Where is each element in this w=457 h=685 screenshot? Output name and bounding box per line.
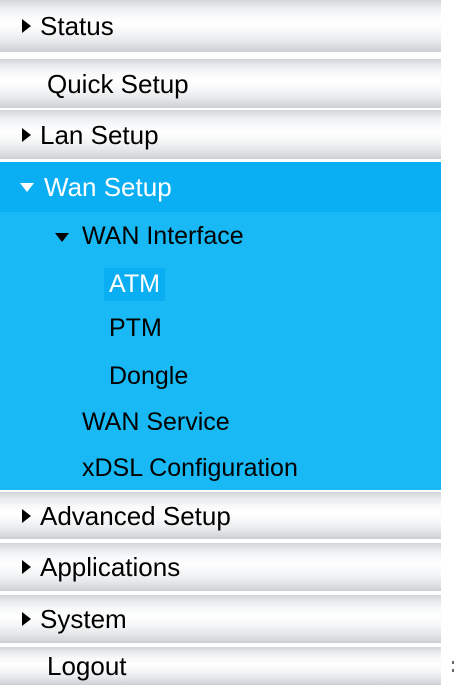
menu-item-label: Advanced Setup (40, 500, 231, 531)
caret-right-icon (22, 19, 31, 33)
menu-item-lan-setup[interactable]: Lan Setup (0, 110, 441, 159)
menu-item-status[interactable]: Status (0, 0, 441, 52)
edge-mark (452, 661, 454, 664)
menu-item-wan-setup[interactable]: Wan Setup (0, 162, 441, 212)
menu-item-applications[interactable]: Applications (0, 543, 441, 591)
submenu-item-wan-service[interactable]: WAN Service (82, 410, 230, 435)
menu-item-logout[interactable]: Logout (0, 647, 441, 685)
menu-item-label: Wan Setup (44, 172, 172, 202)
menu-item-advanced-setup[interactable]: Advanced Setup (0, 492, 441, 539)
menu-item-label: Applications (40, 552, 181, 582)
wan-setup-submenu (0, 212, 441, 490)
submenu-item-dongle[interactable]: Dongle (109, 364, 188, 389)
submenu-item-xdsl-configuration[interactable]: xDSL Configuration (82, 456, 298, 481)
submenu-item-ptm[interactable]: PTM (109, 316, 162, 341)
caret-right-icon (22, 560, 31, 574)
caret-down-icon (20, 182, 34, 192)
menu-item-system[interactable]: System (0, 595, 441, 643)
submenu-item-atm[interactable]: ATM (104, 268, 165, 301)
menu-item-label: Quick Setup (47, 68, 189, 99)
menu-item-quick-setup[interactable]: Quick Setup (0, 59, 441, 108)
menu-item-label: Logout (47, 651, 127, 681)
menu-item-label: Status (40, 11, 114, 41)
menu-item-label: Lan Setup (40, 119, 159, 150)
main-menu: Status Quick Setup Lan Setup Wan Setup W… (0, 0, 441, 685)
submenu-item-wan-interface[interactable]: WAN Interface (82, 224, 244, 249)
menu-item-label: System (40, 604, 127, 634)
caret-down-icon (55, 233, 69, 242)
caret-right-icon (22, 508, 31, 523)
caret-right-icon (22, 127, 31, 142)
caret-right-icon (22, 612, 31, 626)
edge-mark (452, 669, 454, 672)
